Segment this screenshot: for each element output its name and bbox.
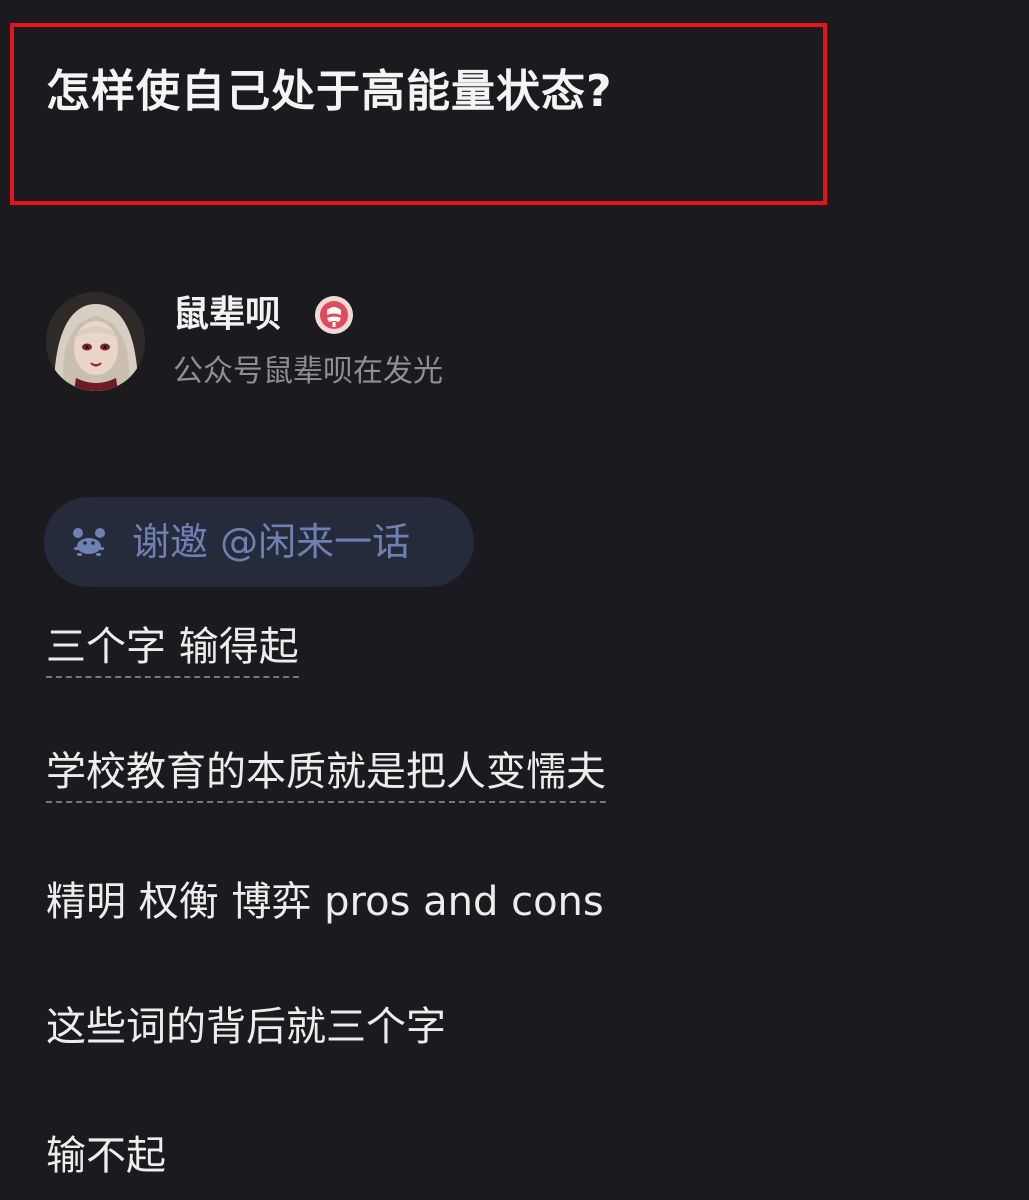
verified-badge-icon — [314, 295, 354, 335]
answer-line-text[interactable]: 学校教育的本质就是把人变懦夫 — [46, 749, 606, 803]
author-name[interactable]: 鼠辈呗 — [173, 292, 281, 338]
answer-line-text: 输不起 — [46, 1133, 166, 1179]
author-row[interactable]: 鼠辈呗 公众号鼠辈呗在发光 — [46, 292, 946, 392]
crab-icon — [71, 526, 107, 560]
answer-line: 精明 权衡 博弈 pros and cons — [46, 876, 604, 928]
answer-line: 学校教育的本质就是把人变懦夫 — [46, 746, 606, 803]
invite-chip[interactable]: 谢邀 @闲来一话 — [44, 497, 474, 587]
answer-line: 这些词的背后就三个字 — [46, 1001, 446, 1053]
invite-text[interactable]: 谢邀 @闲来一话 — [132, 518, 410, 566]
answer-line-text: 精明 权衡 博弈 pros and cons — [46, 879, 604, 925]
question-title[interactable]: 怎样使自己处于高能量状态? — [46, 62, 613, 122]
answer-line-text[interactable]: 三个字 输得起 — [46, 624, 299, 678]
avatar[interactable] — [46, 292, 145, 391]
answer-line-text: 这些词的背后就三个字 — [46, 1004, 446, 1050]
answer-line: 三个字 输得起 — [46, 621, 299, 678]
avatar-illustration — [46, 292, 145, 391]
author-bio: 公众号鼠辈呗在发光 — [173, 354, 443, 389]
answer-line: 输不起 — [46, 1130, 166, 1182]
